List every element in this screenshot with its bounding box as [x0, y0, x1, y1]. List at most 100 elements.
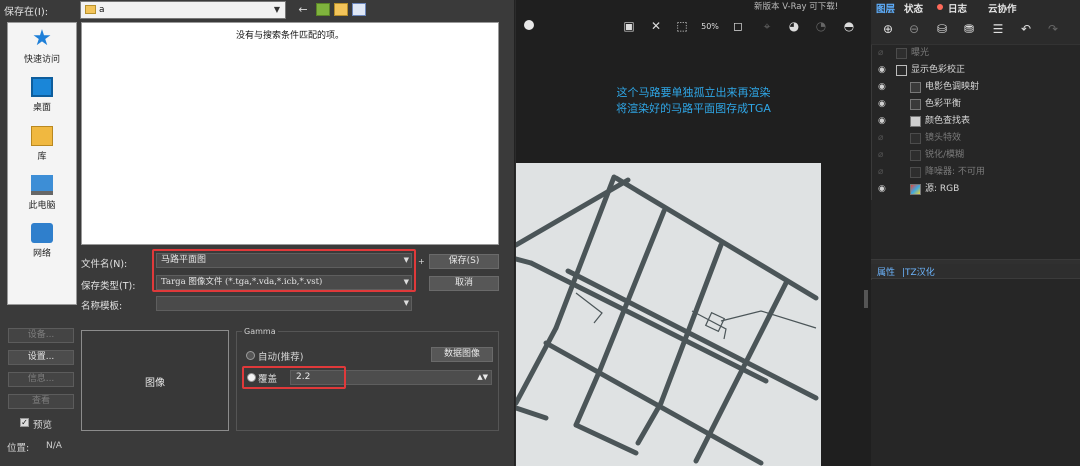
cancel-button[interactable]: 取消	[429, 276, 499, 291]
save-in-combo[interactable]: a ▼	[80, 1, 286, 19]
position-value: N/A	[46, 441, 62, 451]
eye-icon[interactable]: ◉	[878, 113, 890, 130]
layer-label: 电影色调映射	[925, 82, 980, 92]
visibility-off-icon[interactable]: ⌀	[878, 147, 890, 164]
auto-radio[interactable]	[246, 351, 255, 360]
undo-icon[interactable]: ↶	[1018, 22, 1034, 37]
highlight-box	[242, 366, 346, 389]
place-desktop[interactable]: 桌面	[8, 77, 76, 113]
layer-icon	[910, 82, 921, 93]
tab-status[interactable]: 状态	[904, 1, 923, 15]
back-arrow-icon[interactable]: ←	[296, 3, 310, 16]
update-notice[interactable]: 新版本 V-Ray 可下载!	[754, 0, 838, 12]
road-segment	[516, 405, 549, 421]
eye-icon[interactable]: ◉	[878, 181, 890, 198]
eye-icon[interactable]: ◉	[878, 79, 890, 96]
folder-icon	[85, 5, 96, 14]
lut-icon	[910, 116, 921, 127]
spinner-icon[interactable]: ▲▼	[477, 371, 488, 384]
road-segment	[635, 400, 664, 446]
computer-icon	[31, 175, 53, 195]
road-segment	[565, 268, 819, 401]
eye-icon[interactable]: ◉	[878, 62, 890, 79]
stop-render-icon[interactable]: ◔	[812, 18, 830, 35]
eye-icon[interactable]: ◉	[878, 96, 890, 113]
save-in-value: a	[99, 5, 105, 15]
new-folder-icon[interactable]	[334, 3, 348, 16]
clear-image-icon[interactable]: ✕	[647, 18, 665, 35]
layer-row[interactable]: ◉ 源: RGB	[874, 181, 1074, 198]
save-layers-icon[interactable]: ⛁	[934, 22, 950, 37]
layer-row[interactable]: ◉ 颜色查找表	[874, 113, 1074, 130]
layers-empty-area	[871, 200, 1080, 260]
render-teapot-icon[interactable]: ◕	[785, 18, 803, 35]
layer-label: 颜色查找表	[925, 116, 971, 126]
tab-log[interactable]: 日志	[948, 1, 967, 15]
properties-body	[871, 280, 1080, 466]
region-render-icon[interactable]: ⬚	[673, 18, 691, 35]
road-segment	[613, 175, 819, 301]
setup-button[interactable]: 设置...	[8, 350, 74, 365]
layer-label: 锐化/模糊	[925, 150, 965, 160]
plus-icon[interactable]: +	[418, 257, 425, 266]
track-mouse-icon[interactable]: ⌖	[758, 18, 776, 35]
layer-row[interactable]: ⌀ 曝光	[874, 45, 1074, 62]
chevron-down-icon: ▼	[273, 5, 281, 14]
template-select[interactable]: ▼	[156, 296, 412, 311]
devices-button[interactable]: 设备...	[8, 328, 74, 343]
layer-row[interactable]: ◉ 色彩平衡	[874, 96, 1074, 113]
visibility-off-icon[interactable]: ⌀	[878, 130, 890, 147]
redo-icon[interactable]: ↷	[1045, 22, 1061, 37]
interactive-render-icon[interactable]: ◓	[840, 18, 858, 35]
visibility-off-icon[interactable]: ⌀	[878, 164, 890, 181]
up-folder-icon[interactable]	[316, 3, 330, 16]
layer-row[interactable]: ◉ 电影色调映射	[874, 79, 1074, 96]
layer-row[interactable]: ⌀ 降噪器: 不可用	[874, 164, 1074, 181]
preview-label: 预览	[33, 420, 53, 431]
save-image-icon[interactable]: ▣	[620, 18, 638, 35]
load-layers-icon[interactable]: ⛃	[961, 22, 977, 37]
file-list[interactable]: 没有与搜索条件匹配的项。	[81, 22, 499, 245]
place-label: 快速访问	[23, 55, 60, 65]
building-outline	[704, 311, 726, 333]
chevron-down-icon: ▼	[403, 299, 409, 307]
layer-row[interactable]: ⌀ 锐化/模糊	[874, 147, 1074, 164]
layer-row[interactable]: ⌀ 镜头特效	[874, 130, 1074, 147]
image-preview-box: 图像	[81, 330, 229, 431]
info-button[interactable]: 信息...	[8, 372, 74, 387]
places-bar: ★ 快速访问 桌面 库 此电脑 网络	[7, 22, 77, 305]
data-image-button[interactable]: 数据图像	[431, 347, 493, 362]
tab-cloud[interactable]: 云协作	[988, 1, 1017, 15]
place-this-pc[interactable]: 此电脑	[8, 175, 76, 211]
place-quick-access[interactable]: ★ 快速访问	[8, 26, 76, 66]
annotation-line-1: 这个马路要单独孤立出来再渲染	[616, 86, 771, 99]
place-label: 桌面	[32, 103, 51, 113]
remove-layer-icon[interactable]: ⊖	[906, 22, 922, 37]
list-icon[interactable]: ☰	[990, 22, 1006, 37]
add-layer-icon[interactable]: ⊕	[880, 22, 896, 37]
color-picker-icon[interactable]	[524, 20, 534, 30]
place-libraries[interactable]: 库	[8, 126, 76, 162]
panel-splitter[interactable]	[864, 290, 868, 308]
layer-icon	[896, 48, 907, 59]
star-icon: ★	[32, 26, 52, 51]
tab-layers[interactable]: 图层	[876, 1, 895, 15]
layer-icon	[910, 167, 921, 178]
layer-label: 降噪器: 不可用	[925, 167, 985, 177]
frame-icon[interactable]: ◻	[729, 18, 747, 35]
highlight-box	[152, 249, 416, 292]
layer-row[interactable]: ◉ 显示色彩校正	[874, 62, 1074, 79]
rgb-source-icon	[910, 184, 921, 195]
zoom-fifty-icon[interactable]: 50%	[701, 18, 719, 35]
visibility-off-icon[interactable]: ⌀	[878, 45, 890, 62]
view-button[interactable]: 查看	[8, 394, 74, 409]
save-button[interactable]: 保存(S)	[429, 254, 499, 269]
view-menu-icon[interactable]	[352, 3, 366, 16]
template-label: 名称模板:	[81, 301, 123, 312]
panel-tabbar	[871, 0, 1080, 15]
layer-icon	[910, 150, 921, 161]
tab-properties[interactable]: 属性	[877, 265, 895, 278]
annotation-line-2: 将渲染好的马路平面图存成TGA	[616, 102, 771, 115]
place-network[interactable]: 网络	[8, 223, 76, 259]
preview-checkbox[interactable]: ✓	[20, 418, 29, 427]
